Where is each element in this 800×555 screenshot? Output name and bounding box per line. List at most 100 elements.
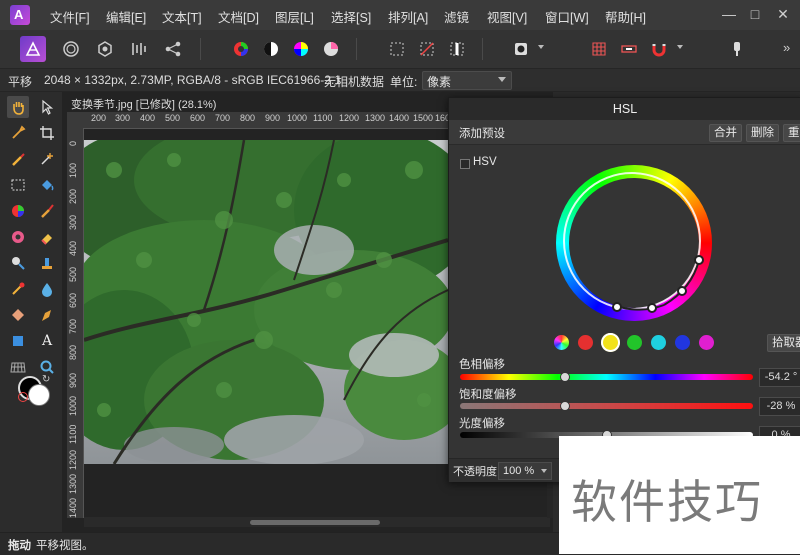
no-color-icon[interactable] — [18, 392, 28, 402]
color-wheel-adjust-icon[interactable] — [228, 36, 254, 62]
saturation-shift-slider[interactable] — [460, 403, 753, 409]
magnet-snapping-icon[interactable] — [646, 36, 672, 62]
merge-button[interactable]: 合并 — [709, 124, 742, 142]
swap-colors-icon[interactable]: ↻ — [42, 374, 50, 385]
hue-handle[interactable] — [694, 255, 704, 265]
color-picker-tool-icon[interactable] — [7, 122, 29, 144]
menu-select[interactable]: 选择[S] — [331, 7, 371, 26]
horizontal-scroll-thumb[interactable] — [250, 520, 380, 525]
menu-text[interactable]: 文本[T] — [162, 7, 202, 26]
ruler-label: 1300 — [68, 473, 78, 494]
hsl-adjust-icon[interactable] — [288, 36, 314, 62]
grid-icon[interactable] — [586, 36, 612, 62]
secondary-color-swatch[interactable] — [28, 384, 50, 406]
ruler-label: 1100 — [68, 424, 78, 444]
marquee-tool-icon[interactable] — [7, 174, 29, 196]
menu-file[interactable]: 文件[F] — [50, 7, 90, 26]
selection-brush-icon[interactable] — [7, 148, 29, 170]
menu-edit[interactable]: 编辑[E] — [106, 7, 146, 26]
menu-arrange[interactable]: 排列[A] — [388, 7, 428, 26]
develop-persona-icon[interactable] — [92, 36, 118, 62]
ruler-label: 1300 — [365, 113, 386, 123]
deselect-icon[interactable] — [414, 36, 440, 62]
hand-tool-icon[interactable] — [7, 96, 29, 118]
white-balance-icon[interactable] — [318, 36, 344, 62]
blue-range-swatch[interactable] — [675, 335, 690, 350]
flood-select-icon[interactable] — [36, 148, 58, 170]
hue-handle[interactable] — [612, 302, 622, 312]
status-hint: 平移视图。 — [36, 540, 94, 552]
ruler-label: 1400 — [389, 113, 410, 123]
image-canvas[interactable] — [84, 140, 448, 464]
hsv-checkbox[interactable] — [460, 159, 470, 169]
photo-persona-icon[interactable] — [20, 36, 46, 62]
hsl-panel-title[interactable]: HSL — [449, 98, 800, 120]
hue-handle[interactable] — [677, 286, 687, 296]
fill-tool-icon[interactable] — [36, 174, 58, 196]
text-tool-icon[interactable]: A — [36, 330, 58, 352]
tone-mapping-persona-icon[interactable] — [126, 36, 152, 62]
hue-wheel[interactable] — [556, 165, 712, 321]
close-icon[interactable]: ✕ — [772, 4, 794, 24]
ruler-label: 1100 — [313, 113, 333, 123]
menu-layer[interactable]: 图层[L] — [275, 7, 314, 26]
quick-mask-icon[interactable] — [508, 36, 534, 62]
chevron-down-icon[interactable] — [538, 45, 544, 49]
vector-shape-icon[interactable] — [7, 304, 29, 326]
chevron-down-icon[interactable] — [677, 45, 683, 49]
vertical-ruler[interactable]: 0 100 200 300 400 500 600 700 800 900 10… — [67, 128, 84, 518]
blur-tool-icon[interactable] — [36, 278, 58, 300]
menu-document[interactable]: 文档[D] — [218, 7, 259, 26]
green-range-swatch[interactable] — [627, 335, 642, 350]
reset-button[interactable]: 重置 — [783, 124, 800, 142]
red-eye-icon[interactable] — [7, 278, 29, 300]
marquee-select-icon[interactable] — [384, 36, 410, 62]
red-range-swatch[interactable] — [578, 335, 593, 350]
ruler-label: 400 — [140, 113, 156, 123]
delete-button[interactable]: 删除 — [746, 124, 779, 142]
magenta-range-swatch[interactable] — [699, 335, 714, 350]
opacity-select[interactable]: 100 % — [498, 462, 552, 480]
rectangle-tool-icon[interactable] — [7, 330, 29, 352]
hue-shift-slider[interactable] — [460, 374, 753, 380]
eraser-tool-icon[interactable] — [36, 226, 58, 248]
dodge-brush-icon[interactable] — [7, 226, 29, 248]
paint-brush-icon[interactable] — [36, 200, 58, 222]
minimize-icon[interactable]: — — [718, 4, 740, 24]
black-white-icon[interactable] — [258, 36, 284, 62]
assistant-icon[interactable] — [724, 36, 750, 62]
pen-tool-icon[interactable] — [36, 304, 58, 326]
saturation-shift-value[interactable]: -28 % — [759, 397, 800, 416]
mesh-warp-icon[interactable] — [7, 356, 29, 378]
snap-align-icon[interactable] — [616, 36, 642, 62]
menu-help[interactable]: 帮助[H] — [605, 7, 646, 26]
maximize-icon[interactable]: □ — [744, 4, 766, 24]
master-hue-swatch[interactable] — [554, 335, 569, 350]
saturation-shift-knob[interactable] — [560, 401, 571, 411]
horizontal-ruler[interactable]: 200 300 400 500 600 700 800 900 1000 110… — [67, 112, 448, 129]
document-tab[interactable]: 变换季节.jpg [已修改] (28.1%) — [63, 95, 443, 111]
move-tool-icon[interactable] — [36, 96, 58, 118]
toolbar-overflow-icon[interactable]: » — [783, 40, 790, 55]
hue-shift-knob[interactable] — [560, 372, 571, 382]
unit-select[interactable]: 像素 — [422, 71, 512, 90]
color-wheel-tool-icon[interactable] — [7, 200, 29, 222]
menu-view[interactable]: 视图[V] — [487, 7, 527, 26]
menu-filters[interactable]: 滤镜 — [444, 7, 469, 26]
hue-handle[interactable] — [647, 303, 657, 313]
cyan-range-swatch[interactable] — [651, 335, 666, 350]
add-preset-button[interactable]: 添加预设 — [459, 125, 505, 141]
menu-window[interactable]: 窗口[W] — [545, 7, 589, 26]
picker-button[interactable]: 拾取器 — [767, 334, 800, 352]
invert-selection-icon[interactable] — [444, 36, 470, 62]
clone-stamp-icon[interactable] — [36, 252, 58, 274]
hue-shift-value[interactable]: -54.2 ° — [759, 368, 800, 387]
sharpen-tool-icon[interactable] — [7, 252, 29, 274]
toolbar-divider — [356, 38, 357, 60]
opacity-label: 不透明度: — [453, 466, 501, 478]
liquify-persona-icon[interactable] — [58, 36, 84, 62]
yellow-range-swatch[interactable] — [601, 333, 620, 352]
context-toolbar: 平移 2048 × 1332px, 2.73MP, RGBA/8 - sRGB … — [0, 69, 800, 92]
export-persona-icon[interactable] — [160, 36, 186, 62]
crop-tool-icon[interactable] — [36, 122, 58, 144]
